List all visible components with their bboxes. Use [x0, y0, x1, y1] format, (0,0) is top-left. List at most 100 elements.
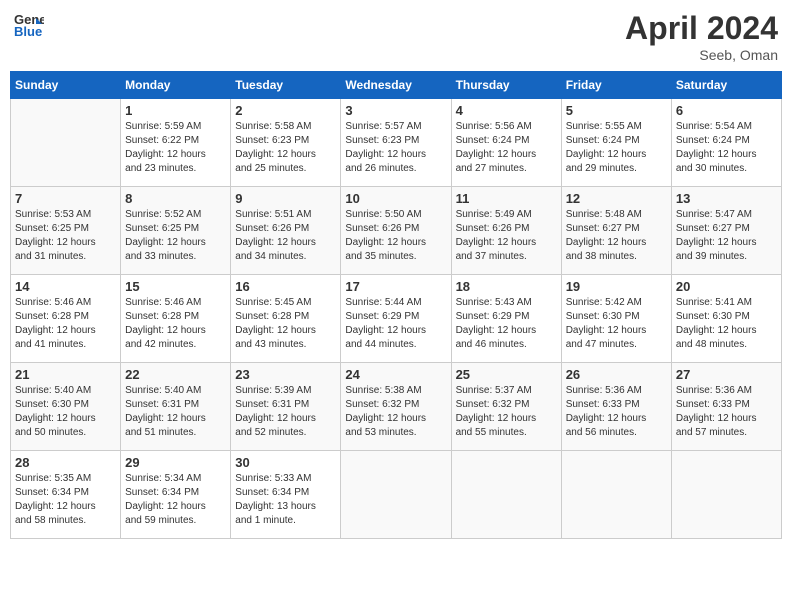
calendar-table: SundayMondayTuesdayWednesdayThursdayFrid…	[10, 71, 782, 539]
day-number: 1	[125, 103, 226, 118]
day-info: Sunrise: 5:58 AM Sunset: 6:23 PM Dayligh…	[235, 120, 336, 176]
day-number: 7	[15, 191, 116, 206]
calendar-week-1: 1Sunrise: 5:59 AM Sunset: 6:22 PM Daylig…	[11, 99, 782, 187]
day-info: Sunrise: 5:40 AM Sunset: 6:31 PM Dayligh…	[125, 384, 226, 440]
day-number: 22	[125, 367, 226, 382]
calendar-cell: 16 Sunrise: 5:45 AM Sunset: 6:28 PM Dayli…	[231, 275, 341, 363]
calendar-cell	[11, 99, 121, 187]
calendar-cell: 15 Sunrise: 5:46 AM Sunset: 6:28 PM Dayli…	[121, 275, 231, 363]
calendar-cell: 12 Sunrise: 5:48 AM Sunset: 6:27 PM Dayli…	[561, 187, 671, 275]
calendar-week-4: 21Sunrise: 5:40 AM Sunset: 6:30 PM Dayli…	[11, 363, 782, 451]
day-info: Sunrise: 5:56 AM Sunset: 6:24 PM Dayligh…	[456, 120, 557, 176]
day-info: Sunrise: 5:47 AM Sunset: 6:27 PM Dayligh…	[676, 208, 777, 264]
day-info: Sunrise: 5:40 AM Sunset: 6:30 PM Dayligh…	[15, 384, 116, 440]
day-number: 12	[566, 191, 667, 206]
day-number: 13	[676, 191, 777, 206]
calendar-cell: 11Sunrise: 5:49 AM Sunset: 6:26 PM Dayli…	[451, 187, 561, 275]
day-number: 14	[15, 279, 116, 294]
day-info: Sunrise: 5:52 AM Sunset: 6:25 PM Dayligh…	[125, 208, 226, 264]
day-number: 6	[676, 103, 777, 118]
weekday-header-monday: Monday	[121, 72, 231, 99]
day-number: 4	[456, 103, 557, 118]
day-info: Sunrise: 5:39 AM Sunset: 6:31 PM Dayligh…	[235, 384, 336, 440]
weekday-header-tuesday: Tuesday	[231, 72, 341, 99]
day-number: 30	[235, 455, 336, 470]
day-number: 3	[345, 103, 446, 118]
title-block: April 2024 Seeb, Oman	[625, 10, 778, 63]
day-info: Sunrise: 5:42 AM Sunset: 6:30 PM Dayligh…	[566, 296, 667, 352]
day-number: 19	[566, 279, 667, 294]
day-number: 16	[235, 279, 336, 294]
calendar-cell	[671, 451, 781, 539]
calendar-cell: 8Sunrise: 5:52 AM Sunset: 6:25 PM Daylig…	[121, 187, 231, 275]
calendar-cell: 7 Sunrise: 5:53 AM Sunset: 6:25 PM Daylig…	[11, 187, 121, 275]
svg-text:Blue: Blue	[14, 24, 42, 39]
day-number: 9	[235, 191, 336, 206]
calendar-cell: 29Sunrise: 5:34 AM Sunset: 6:34 PM Dayli…	[121, 451, 231, 539]
day-number: 15	[125, 279, 226, 294]
day-info: Sunrise: 5:54 AM Sunset: 6:24 PM Dayligh…	[676, 120, 777, 176]
calendar-cell: 27Sunrise: 5:36 AM Sunset: 6:33 PM Dayli…	[671, 363, 781, 451]
day-info: Sunrise: 5:44 AM Sunset: 6:29 PM Dayligh…	[345, 296, 446, 352]
day-info: Sunrise: 5:35 AM Sunset: 6:34 PM Dayligh…	[15, 472, 116, 528]
day-info: Sunrise: 5:46 AM Sunset: 6:28 PM Dayligh…	[125, 296, 226, 352]
calendar-cell: 21Sunrise: 5:40 AM Sunset: 6:30 PM Dayli…	[11, 363, 121, 451]
day-number: 5	[566, 103, 667, 118]
day-info: Sunrise: 5:45 AM Sunset: 6:28 PM Dayligh…	[235, 296, 336, 352]
calendar-cell: 23 Sunrise: 5:39 AM Sunset: 6:31 PM Dayli…	[231, 363, 341, 451]
day-info: Sunrise: 5:53 AM Sunset: 6:25 PM Dayligh…	[15, 208, 116, 264]
day-info: Sunrise: 5:55 AM Sunset: 6:24 PM Dayligh…	[566, 120, 667, 176]
day-number: 10	[345, 191, 446, 206]
calendar-cell	[451, 451, 561, 539]
calendar-cell: 20 Sunrise: 5:41 AM Sunset: 6:30 PM Dayli…	[671, 275, 781, 363]
calendar-cell: 30 Sunrise: 5:33 AM Sunset: 6:34 PM Dayli…	[231, 451, 341, 539]
day-info: Sunrise: 5:51 AM Sunset: 6:26 PM Dayligh…	[235, 208, 336, 264]
day-info: Sunrise: 5:43 AM Sunset: 6:29 PM Dayligh…	[456, 296, 557, 352]
calendar-week-5: 28 Sunrise: 5:35 AM Sunset: 6:34 PM Dayli…	[11, 451, 782, 539]
day-number: 20	[676, 279, 777, 294]
day-number: 2	[235, 103, 336, 118]
weekday-header-friday: Friday	[561, 72, 671, 99]
calendar-cell: 3 Sunrise: 5:57 AM Sunset: 6:23 PM Daylig…	[341, 99, 451, 187]
day-number: 18	[456, 279, 557, 294]
page-header: General Blue April 2024 Seeb, Oman	[10, 10, 782, 63]
location-subtitle: Seeb, Oman	[625, 47, 778, 63]
day-info: Sunrise: 5:48 AM Sunset: 6:27 PM Dayligh…	[566, 208, 667, 264]
day-info: Sunrise: 5:38 AM Sunset: 6:32 PM Dayligh…	[345, 384, 446, 440]
day-info: Sunrise: 5:57 AM Sunset: 6:23 PM Dayligh…	[345, 120, 446, 176]
calendar-cell: 10 Sunrise: 5:50 AM Sunset: 6:26 PM Dayli…	[341, 187, 451, 275]
day-number: 28	[15, 455, 116, 470]
day-number: 17	[345, 279, 446, 294]
weekday-header-thursday: Thursday	[451, 72, 561, 99]
logo-icon: General Blue	[14, 10, 44, 40]
day-info: Sunrise: 5:33 AM Sunset: 6:34 PM Dayligh…	[235, 472, 336, 528]
day-number: 29	[125, 455, 226, 470]
logo: General Blue	[14, 10, 46, 40]
day-info: Sunrise: 5:41 AM Sunset: 6:30 PM Dayligh…	[676, 296, 777, 352]
weekday-header-saturday: Saturday	[671, 72, 781, 99]
weekday-header-sunday: Sunday	[11, 72, 121, 99]
weekday-header-row: SundayMondayTuesdayWednesdayThursdayFrid…	[11, 72, 782, 99]
calendar-cell: 6 Sunrise: 5:54 AM Sunset: 6:24 PM Daylig…	[671, 99, 781, 187]
day-info: Sunrise: 5:36 AM Sunset: 6:33 PM Dayligh…	[566, 384, 667, 440]
calendar-cell: 24Sunrise: 5:38 AM Sunset: 6:32 PM Dayli…	[341, 363, 451, 451]
calendar-cell: 1Sunrise: 5:59 AM Sunset: 6:22 PM Daylig…	[121, 99, 231, 187]
calendar-cell	[341, 451, 451, 539]
day-number: 27	[676, 367, 777, 382]
calendar-cell: 9 Sunrise: 5:51 AM Sunset: 6:26 PM Daylig…	[231, 187, 341, 275]
weekday-header-wednesday: Wednesday	[341, 72, 451, 99]
calendar-cell: 13 Sunrise: 5:47 AM Sunset: 6:27 PM Dayli…	[671, 187, 781, 275]
day-number: 25	[456, 367, 557, 382]
calendar-cell: 4 Sunrise: 5:56 AM Sunset: 6:24 PM Daylig…	[451, 99, 561, 187]
day-info: Sunrise: 5:50 AM Sunset: 6:26 PM Dayligh…	[345, 208, 446, 264]
calendar-cell: 19 Sunrise: 5:42 AM Sunset: 6:30 PM Dayli…	[561, 275, 671, 363]
calendar-week-3: 14 Sunrise: 5:46 AM Sunset: 6:28 PM Dayli…	[11, 275, 782, 363]
calendar-cell: 14 Sunrise: 5:46 AM Sunset: 6:28 PM Dayli…	[11, 275, 121, 363]
calendar-cell	[561, 451, 671, 539]
calendar-cell: 17 Sunrise: 5:44 AM Sunset: 6:29 PM Dayli…	[341, 275, 451, 363]
calendar-cell: 2 Sunrise: 5:58 AM Sunset: 6:23 PM Daylig…	[231, 99, 341, 187]
calendar-cell: 22 Sunrise: 5:40 AM Sunset: 6:31 PM Dayli…	[121, 363, 231, 451]
day-number: 23	[235, 367, 336, 382]
calendar-cell: 25Sunrise: 5:37 AM Sunset: 6:32 PM Dayli…	[451, 363, 561, 451]
day-info: Sunrise: 5:46 AM Sunset: 6:28 PM Dayligh…	[15, 296, 116, 352]
